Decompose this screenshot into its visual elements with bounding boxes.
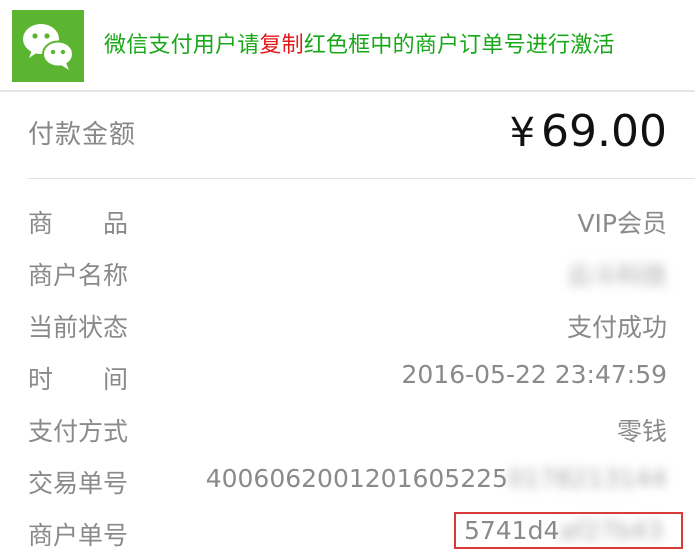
payment-amount-row: 付款金额 ¥69.00 <box>0 92 695 180</box>
instruction-banner: 微信支付用户请复制红色框中的商户订单号进行激活 <box>0 0 695 90</box>
banner-text-highlight: 复制 <box>259 33 304 58</box>
detail-row-transaction-id: 交易单号 40060620012016052250178213144 <box>0 458 695 504</box>
detail-row-merchant-order-id: 商户单号 5741d4af27b43 <box>0 510 695 556</box>
detail-value: 零钱 <box>616 417 667 446</box>
detail-label: 时 间 <box>28 365 129 394</box>
amount-value: ¥69.00 <box>510 106 667 157</box>
banner-text-part2: 红色框中的商户订单号进行激活 <box>303 33 615 58</box>
detail-value: 支付成功 <box>566 313 667 342</box>
amount-label: 付款金额 <box>28 120 137 150</box>
detail-label: 交易单号 <box>28 469 129 498</box>
detail-row-merchant-name: 商户名称 云斗科技 <box>0 250 695 296</box>
banner-text-part1: 微信支付用户请 <box>104 33 260 58</box>
detail-value: 40060620012016052250178213144 <box>206 464 667 493</box>
transaction-id-visible: 4006062001201605225 <box>205 464 508 493</box>
detail-label: 商户单号 <box>28 521 129 550</box>
currency-symbol: ¥ <box>509 110 536 156</box>
detail-row-time: 时 间 2016-05-22 23:47:59 <box>0 354 695 400</box>
banner-instruction-text: 微信支付用户请复制红色框中的商户订单号进行激活 <box>104 30 615 62</box>
merchant-order-id-highlight-box[interactable]: 5741d4af27b43 <box>453 512 683 549</box>
detail-row-status: 当前状态 支付成功 <box>0 302 695 348</box>
detail-label: 支付方式 <box>28 417 129 446</box>
detail-value: 云斗科技 <box>566 261 667 290</box>
detail-value: VIP会员 <box>577 209 667 238</box>
wechat-logo-icon <box>12 10 84 82</box>
detail-value: 5741d4af27b43 <box>453 512 683 549</box>
detail-row-product: 商 品 VIP会员 <box>0 198 695 244</box>
amount-number: 69.00 <box>541 106 667 157</box>
amount-divider <box>28 178 695 179</box>
transaction-id-redacted: 0178213144 <box>507 464 667 493</box>
merchant-order-id-redacted: af27b43 <box>559 516 663 545</box>
detail-label: 商户名称 <box>28 261 129 290</box>
detail-label: 商 品 <box>28 209 129 238</box>
detail-label: 当前状态 <box>28 313 129 342</box>
detail-row-payment-method: 支付方式 零钱 <box>0 406 695 452</box>
detail-value: 2016-05-22 23:47:59 <box>401 360 667 389</box>
merchant-order-id-visible: 5741d4 <box>463 516 560 545</box>
